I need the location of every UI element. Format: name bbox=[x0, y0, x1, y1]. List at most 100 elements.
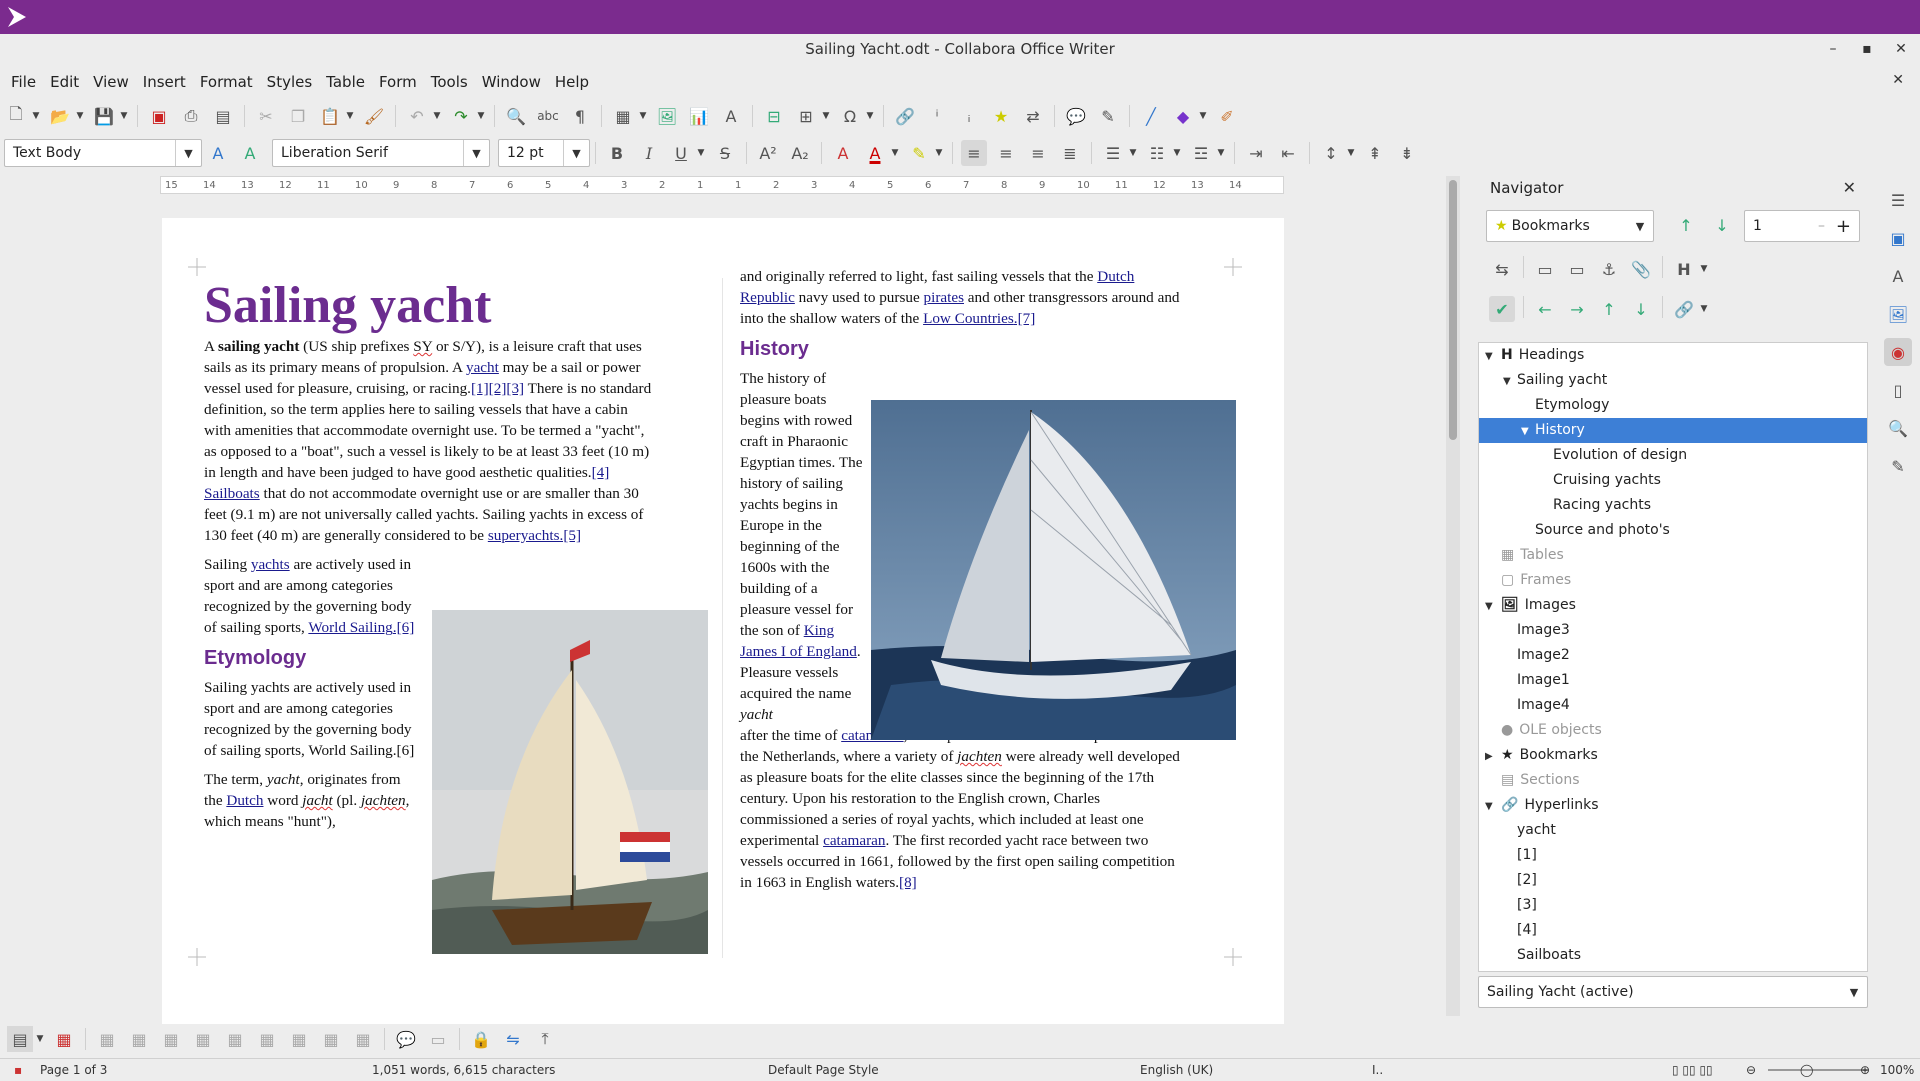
chevron-down-icon[interactable]: ▼ bbox=[933, 140, 945, 166]
bold-icon[interactable]: B bbox=[604, 140, 630, 166]
link-dutch[interactable]: Dutch bbox=[226, 792, 263, 809]
link-frames-icon[interactable]: ⇋ bbox=[500, 1026, 526, 1052]
footer-icon[interactable]: ▭ bbox=[1564, 256, 1590, 282]
expand-open-icon[interactable]: ▼ bbox=[1485, 594, 1499, 619]
document-page[interactable]: Sailing yacht A sailing yacht (US ship p… bbox=[162, 218, 1284, 1024]
print-preview-icon[interactable]: ▤ bbox=[210, 103, 236, 129]
navigator-item[interactable]: Image2 bbox=[1479, 643, 1570, 668]
update-style-icon[interactable]: A bbox=[205, 140, 231, 166]
navigator-item[interactable]: ▢ Frames bbox=[1479, 568, 1571, 593]
wrap-off-icon[interactable]: ▦ bbox=[94, 1026, 120, 1052]
chevron-down-icon[interactable]: ▼ bbox=[695, 140, 707, 166]
edit-contour-icon[interactable]: ▦ bbox=[318, 1026, 344, 1052]
link-world-sailing[interactable]: World Sailing bbox=[308, 619, 392, 636]
new-style-icon[interactable]: A bbox=[237, 140, 263, 166]
zoom-slider[interactable] bbox=[1768, 1069, 1868, 1071]
expand-open-icon[interactable]: ▼ bbox=[1485, 344, 1499, 369]
redo-icon[interactable]: ↷ bbox=[448, 103, 474, 129]
undo-icon[interactable]: ↶ bbox=[404, 103, 430, 129]
align-left-icon[interactable]: ≡ bbox=[961, 140, 987, 166]
navigator-item[interactable]: yacht bbox=[1479, 818, 1556, 843]
arrow-up-icon[interactable]: ↑ bbox=[1673, 212, 1699, 238]
header-icon[interactable]: ▭ bbox=[1532, 256, 1558, 282]
citation-link[interactable]: [8] bbox=[899, 874, 917, 891]
increase-indent-icon[interactable]: ⇥ bbox=[1243, 140, 1269, 166]
expand-open-icon[interactable]: ▼ bbox=[1521, 419, 1535, 444]
print-icon[interactable]: ⎙ bbox=[178, 103, 204, 129]
chevron-down-icon[interactable]: ▼ bbox=[175, 140, 201, 166]
navigator-item[interactable]: Image4 bbox=[1479, 693, 1570, 718]
arrow-down-icon[interactable]: ↓ bbox=[1709, 212, 1735, 238]
language[interactable]: English (UK) bbox=[1140, 1059, 1213, 1081]
menu-form[interactable]: Form bbox=[372, 66, 424, 98]
line-icon[interactable]: ╱ bbox=[1138, 103, 1164, 129]
chevron-down-icon[interactable]: ▼ bbox=[1215, 140, 1227, 166]
chevron-down-icon[interactable]: ▼ bbox=[1841, 977, 1867, 1007]
wrap-right-icon[interactable]: ▦ bbox=[222, 1026, 248, 1052]
bullet-list-icon[interactable]: ☰ bbox=[1100, 140, 1126, 166]
zoom-out-icon[interactable]: ⊖ bbox=[1746, 1059, 1756, 1081]
menu-table[interactable]: Table bbox=[319, 66, 372, 98]
chevron-down-icon[interactable]: ▼ bbox=[344, 103, 356, 129]
hyperlink-icon[interactable]: 🔗 bbox=[892, 103, 918, 129]
navigator-item[interactable]: Image1 bbox=[1479, 668, 1570, 693]
horizontal-ruler[interactable]: 15 14 13 12 11 10 9 8 7 6 5 4 3 2 1 1 2 3 4 5 6 7 8 9 10 11 12 13 14 bbox=[160, 176, 1284, 194]
caption-icon[interactable]: ▭ bbox=[425, 1026, 451, 1052]
draw-functions-icon[interactable]: ✐ bbox=[1214, 103, 1240, 129]
demote-icon[interactable]: → bbox=[1564, 296, 1590, 322]
basic-shapes-icon[interactable]: ◆ bbox=[1170, 103, 1196, 129]
chevron-down-icon[interactable]: ▼ bbox=[74, 103, 86, 129]
navigator-item[interactable]: Cruising yachts bbox=[1479, 468, 1661, 493]
italic-icon[interactable]: I bbox=[636, 140, 662, 166]
navigator-item[interactable]: ▶ ★ Bookmarks bbox=[1479, 743, 1598, 768]
endnote-icon[interactable]: ᵢ bbox=[956, 103, 982, 129]
bring-forward-icon[interactable]: ⤒ bbox=[532, 1026, 558, 1052]
line-spacing-icon[interactable]: ↕ bbox=[1318, 140, 1344, 166]
highlight-icon[interactable]: ✎ bbox=[906, 140, 932, 166]
menu-help[interactable]: Help bbox=[548, 66, 596, 98]
menu-insert[interactable]: Insert bbox=[136, 66, 193, 98]
open-folder-icon[interactable]: 📂 bbox=[47, 103, 73, 129]
chevron-down-icon[interactable]: ▼ bbox=[563, 140, 589, 166]
align-center-icon[interactable]: ≡ bbox=[993, 140, 1019, 166]
minus-icon[interactable]: – bbox=[1818, 218, 1825, 234]
close-document-icon[interactable]: ✕ bbox=[1892, 72, 1904, 88]
decrease-indent-icon[interactable]: ⇤ bbox=[1275, 140, 1301, 166]
find-replace-icon[interactable]: 🔍 bbox=[503, 103, 529, 129]
decrease-paragraph-spacing-icon[interactable]: ⇟ bbox=[1394, 140, 1420, 166]
comment-icon[interactable]: 💬 bbox=[393, 1026, 419, 1052]
navigator-item[interactable]: Evolution of design bbox=[1479, 443, 1687, 468]
page-style[interactable]: Default Page Style bbox=[768, 1059, 879, 1081]
contour-icon[interactable]: ▦ bbox=[286, 1026, 312, 1052]
insert-textbox-icon[interactable]: A bbox=[718, 103, 744, 129]
maximize-icon[interactable]: ▪ bbox=[1852, 34, 1882, 64]
link-superyachts[interactable]: superyachts bbox=[488, 527, 560, 544]
wrap-ideal-icon[interactable]: ▦ bbox=[158, 1026, 184, 1052]
document-select[interactable]: Sailing Yacht (active) ▼ bbox=[1478, 976, 1868, 1008]
expand-closed-icon[interactable]: ▶ bbox=[1485, 744, 1499, 769]
navigator-item[interactable]: ▼ H Headings bbox=[1479, 343, 1584, 368]
track-changes-icon[interactable]: ✎ bbox=[1095, 103, 1121, 129]
frame-properties-icon[interactable]: ▦ bbox=[350, 1026, 376, 1052]
heading-levels-icon[interactable]: H bbox=[1671, 256, 1697, 282]
toggle-icon[interactable]: ⇆ bbox=[1489, 256, 1515, 282]
wrap-left-icon[interactable]: ▦ bbox=[190, 1026, 216, 1052]
attachment-icon[interactable]: 📎 bbox=[1628, 256, 1654, 282]
new-document-icon[interactable]: 🗋 bbox=[3, 103, 29, 129]
link-yachts[interactable]: yachts bbox=[251, 556, 290, 573]
subscript-icon[interactable]: A₂ bbox=[787, 140, 813, 166]
outline-list-icon[interactable]: ☲ bbox=[1188, 140, 1214, 166]
styles-icon[interactable]: A bbox=[1884, 262, 1912, 290]
view-layout-icons[interactable]: ▯ ▯▯ ▯▯ bbox=[1672, 1059, 1713, 1081]
insert-table-icon[interactable]: ▦ bbox=[610, 103, 636, 129]
zoom-slider-thumb[interactable]: ◯ bbox=[1800, 1059, 1813, 1081]
paste-icon[interactable]: 📋 bbox=[317, 103, 343, 129]
insert-image-icon[interactable]: 🖼 bbox=[654, 103, 680, 129]
navigator-item[interactable]: [2] bbox=[1479, 868, 1537, 893]
chevron-down-icon[interactable]: ▼ bbox=[431, 103, 443, 129]
navigator-icon[interactable]: ◉ bbox=[1884, 338, 1912, 366]
justify-icon[interactable]: ≣ bbox=[1057, 140, 1083, 166]
menu-format[interactable]: Format bbox=[193, 66, 260, 98]
content-navigation-icon[interactable]: ✔ bbox=[1489, 296, 1515, 322]
link-yacht[interactable]: yacht bbox=[466, 359, 499, 376]
